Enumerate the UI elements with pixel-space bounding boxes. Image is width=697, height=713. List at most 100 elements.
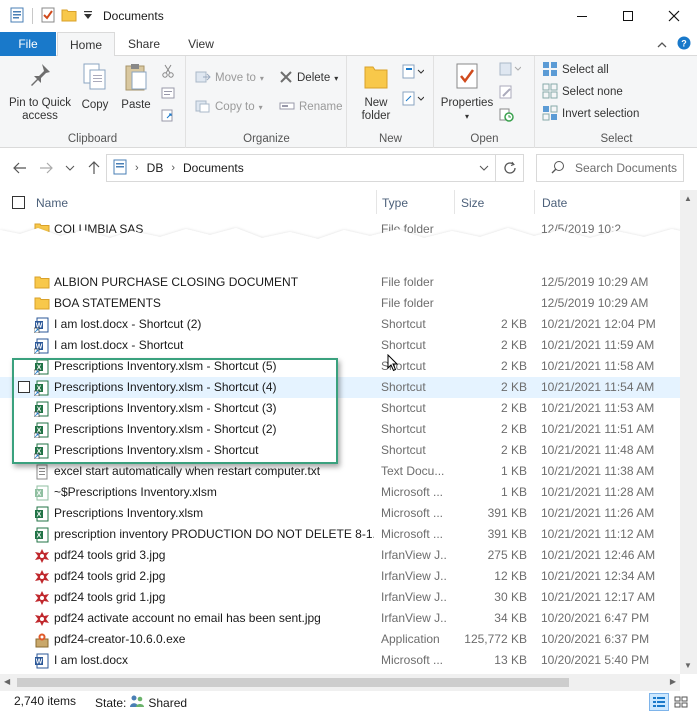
rename-button[interactable]: Rename <box>279 97 342 117</box>
column-type[interactable]: Type <box>382 196 408 210</box>
file-date: 10/20/2021 6:47 PM <box>541 611 650 625</box>
close-button[interactable] <box>651 0 697 32</box>
search-input[interactable]: Search Documents <box>536 154 684 182</box>
select-all-checkbox[interactable] <box>12 196 25 209</box>
select-group-label: Select <box>600 133 633 145</box>
svg-text:X: X <box>37 491 42 498</box>
file-date: 10/21/2021 11:28 AM <box>541 485 655 499</box>
horizontal-scroll-thumb[interactable] <box>17 678 569 687</box>
invert-selection-button[interactable]: Invert selection <box>542 104 639 124</box>
file-row[interactable]: X Prescriptions Inventory.xlsm - Shortcut… <box>0 377 680 398</box>
copy-path-icon[interactable] <box>161 87 175 102</box>
help-icon[interactable]: ? <box>677 36 691 53</box>
select-none-button[interactable]: Select none <box>542 82 623 102</box>
documents-icon <box>113 159 127 178</box>
check-icon[interactable] <box>41 7 55 26</box>
file-row[interactable]: W I am lost.docx Microsoft ... 13 KB 10/20/2… <box>0 650 680 671</box>
file-row[interactable]: W I am lost.docx - Shortcut (2) Shortcut 2 … <box>0 314 680 335</box>
list-item-partial-2[interactable]: ALBION PURCHASE CLOSING DOCUMENT File fo… <box>0 272 680 293</box>
minimize-button[interactable] <box>559 0 605 32</box>
open-icon[interactable] <box>499 62 522 79</box>
copy-icon <box>78 62 112 96</box>
dropdown-icon[interactable] <box>83 9 93 23</box>
delete-button[interactable]: Delete ▾ <box>279 68 338 88</box>
file-row[interactable]: Xprescription inventory PRODUCTION DO NO… <box>0 524 680 545</box>
file-row[interactable]: X Prescriptions Inventory.xlsm - Shortcut… <box>0 398 680 419</box>
status-bar: 2,740 items State: Shared <box>0 691 697 713</box>
forward-button[interactable] <box>36 158 56 178</box>
tab-home[interactable]: Home <box>57 32 115 57</box>
file-name: Prescriptions Inventory.xlsm - Shortcut … <box>54 422 277 436</box>
address-dropdown-icon[interactable] <box>479 161 489 175</box>
horizontal-scrollbar[interactable]: ◀ ▶ <box>0 674 680 691</box>
refresh-button[interactable] <box>495 155 523 181</box>
column-date[interactable]: Date <box>542 196 567 210</box>
back-button[interactable] <box>10 158 30 178</box>
tab-view[interactable]: View <box>175 32 227 56</box>
properties-icon[interactable] <box>10 7 24 26</box>
new-folder-button[interactable]: New folder <box>354 62 398 123</box>
file-type: Shortcut <box>381 443 426 457</box>
file-row[interactable]: excel start automatically when restart c… <box>0 461 680 482</box>
chevron-down-icon: ▾ <box>259 73 264 83</box>
file-row[interactable]: pdf24 activate account no email has been… <box>0 608 680 629</box>
file-row[interactable]: BOA STATEMENTS File folder 12/5/2019 10:29… <box>0 293 680 314</box>
column-size[interactable]: Size <box>461 196 484 210</box>
properties-button[interactable]: Properties ▾ <box>439 62 495 123</box>
edit-icon[interactable] <box>499 85 521 102</box>
new-group: New folder New <box>348 56 434 148</box>
file-date: 12/5/2019 10:29 AM <box>541 275 649 289</box>
file-row[interactable]: X Prescriptions Inventory.xlsm - Shortcut… <box>0 419 680 440</box>
file-date: 10/21/2021 11:48 AM <box>541 443 655 457</box>
easy-access-icon[interactable] <box>402 91 425 110</box>
pin-quick-access-button[interactable]: Pin to Quick access <box>6 62 74 123</box>
file-date: 10/21/2021 11:51 AM <box>541 422 655 436</box>
excel-temp-icon: X <box>34 485 50 501</box>
vertical-scrollbar[interactable]: ▲ ▼ <box>680 190 697 674</box>
paste-icon <box>118 62 154 96</box>
scroll-down-icon[interactable]: ▼ <box>684 661 692 670</box>
scroll-right-icon[interactable]: ▶ <box>670 677 676 686</box>
file-row[interactable]: pdf24 tools grid 3.jpg IrfanView J... 275 … <box>0 545 680 566</box>
address-bar[interactable]: › DB › Documents <box>106 154 524 182</box>
file-size: 2 KB <box>500 380 527 394</box>
copy-to-button[interactable]: Copy to ▾ <box>195 97 263 117</box>
file-date: 10/21/2021 11:38 AM <box>541 464 655 478</box>
up-button[interactable] <box>84 158 104 178</box>
file-date: 10/21/2021 11:54 AM <box>541 380 655 394</box>
move-to-button[interactable]: Move to ▾ <box>195 68 264 88</box>
file-row[interactable]: X ~$Prescriptions Inventory.xlsm Microsoft… <box>0 482 680 503</box>
properties-label: Properties <box>440 97 494 109</box>
file-row[interactable]: W I am lost.docx - Shortcut Shortcut 2 KB 10… <box>0 335 680 356</box>
file-name: Prescriptions Inventory.xlsm - Shortcut … <box>54 380 277 394</box>
history-icon[interactable] <box>499 108 521 125</box>
row-checkbox[interactable] <box>18 381 30 393</box>
details-view-button[interactable] <box>649 693 669 711</box>
maximize-button[interactable] <box>605 0 651 32</box>
large-icons-view-button[interactable] <box>671 693 691 711</box>
collapse-ribbon-icon[interactable] <box>657 38 667 52</box>
scroll-up-icon[interactable]: ▲ <box>684 194 692 203</box>
scroll-left-icon[interactable]: ◀ <box>4 677 10 686</box>
column-name[interactable]: Name <box>36 196 68 210</box>
file-type: Shortcut <box>381 401 426 415</box>
file-row[interactable]: X Prescriptions Inventory.xlsm Microsoft .… <box>0 503 680 524</box>
file-row[interactable]: X Prescriptions Inventory.xlsm - Shortcut… <box>0 356 680 377</box>
folder-icon[interactable] <box>61 8 77 25</box>
file-row[interactable]: pdf24 tools grid 1.jpg IrfanView J... 30 K… <box>0 587 680 608</box>
copy-button[interactable]: Copy <box>78 62 112 112</box>
breadcrumb-db[interactable]: DB <box>147 161 164 175</box>
paste-button[interactable]: Paste <box>118 62 154 112</box>
paste-shortcut-icon[interactable] <box>161 108 175 125</box>
new-item-icon[interactable] <box>402 64 425 83</box>
file-row[interactable]: pdf24-creator-10.6.0.exe Application 125,7… <box>0 629 680 650</box>
breadcrumb-documents[interactable]: Documents <box>183 161 244 175</box>
tab-share[interactable]: Share <box>118 32 170 56</box>
arrow-up-icon <box>88 161 100 174</box>
tab-file[interactable]: File <box>0 32 56 56</box>
cut-icon[interactable] <box>161 64 175 81</box>
select-all-button[interactable]: Select all <box>542 60 609 80</box>
file-row[interactable]: pdf24 tools grid 2.jpg IrfanView J... 12 K… <box>0 566 680 587</box>
file-row[interactable]: X Prescriptions Inventory.xlsm - Shortcut… <box>0 440 680 461</box>
recent-locations-button[interactable] <box>60 158 80 178</box>
